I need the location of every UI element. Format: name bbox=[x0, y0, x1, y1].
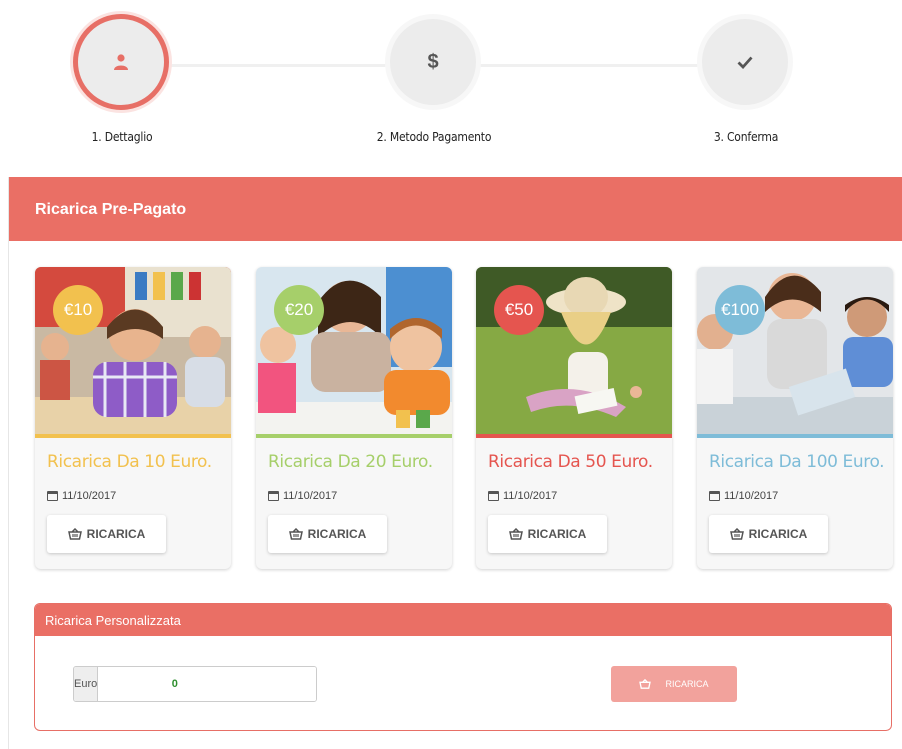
amount-input[interactable] bbox=[98, 667, 316, 701]
card-photo: €100 bbox=[697, 267, 893, 438]
custom-recharge-title: Ricarica Personalizzata bbox=[35, 604, 891, 636]
custom-recharge-button[interactable]: RICARICA bbox=[611, 666, 737, 702]
date-text: 11/10/2017 bbox=[503, 490, 558, 502]
date-text: 11/10/2017 bbox=[724, 490, 779, 502]
price-badge: €20 bbox=[274, 285, 324, 335]
price-badge: €50 bbox=[494, 285, 544, 335]
button-label: RICARICA bbox=[748, 527, 808, 541]
card-photo: €10 bbox=[35, 267, 231, 438]
card-date: 11/10/2017 bbox=[488, 490, 557, 502]
card-title: Ricarica Da 20 Euro. bbox=[268, 452, 433, 472]
recharge-card-10: €10 Ricarica Da 10 Euro. 11/10/2017 RICA… bbox=[35, 267, 231, 569]
card-date: 11/10/2017 bbox=[709, 490, 778, 502]
recharge-20-button[interactable]: RICARICA bbox=[268, 515, 387, 553]
recharge-10-button[interactable]: RICARICA bbox=[47, 515, 166, 553]
calendar-icon bbox=[709, 491, 720, 501]
basket-icon bbox=[639, 679, 652, 689]
button-label: RICARICA bbox=[665, 679, 709, 689]
dollar-icon: $ bbox=[427, 51, 439, 73]
recharge-card-100: €100 Ricarica Da 100 Euro. 11/10/2017 RI… bbox=[697, 267, 893, 569]
calendar-icon bbox=[268, 491, 279, 501]
currency-label: Euro bbox=[74, 667, 99, 701]
card-date: 11/10/2017 bbox=[47, 490, 116, 502]
card-date: 11/10/2017 bbox=[268, 490, 337, 502]
button-label: RICARICA bbox=[86, 527, 146, 541]
basket-icon bbox=[288, 528, 303, 540]
step-2-label: 2. Metodo Pagamento bbox=[376, 130, 492, 144]
step-3-label: 3. Conferma bbox=[713, 130, 779, 144]
basket-icon bbox=[508, 528, 523, 540]
recharge-50-button[interactable]: RICARICA bbox=[488, 515, 607, 553]
card-photo: €20 bbox=[256, 267, 452, 438]
price-badge: €10 bbox=[53, 285, 103, 335]
checkout-stepper: 1. Dettaglio $ 2. Metodo Pagamento 3. Co… bbox=[0, 0, 902, 170]
calendar-icon bbox=[488, 491, 499, 501]
section-title: Ricarica Pre-Pagato bbox=[9, 177, 902, 241]
card-title: Ricarica Da 10 Euro. bbox=[47, 452, 212, 472]
button-label: RICARICA bbox=[307, 527, 367, 541]
date-text: 11/10/2017 bbox=[283, 490, 338, 502]
card-photo: €50 bbox=[476, 267, 672, 438]
calendar-icon bbox=[47, 491, 58, 501]
step-2-payment-method[interactable]: $ bbox=[385, 14, 481, 110]
step-1-detail[interactable] bbox=[73, 14, 169, 110]
card-title: Ricarica Da 50 Euro. bbox=[488, 452, 653, 472]
recharge-card-50: €50 Ricarica Da 50 Euro. 11/10/2017 RICA… bbox=[476, 267, 672, 569]
stepper-connector bbox=[478, 64, 700, 67]
button-label: RICARICA bbox=[527, 527, 587, 541]
basket-icon bbox=[67, 528, 82, 540]
custom-recharge-panel: Ricarica Personalizzata Euro RICARICA bbox=[34, 603, 892, 731]
step-1-label: 1. Dettaglio bbox=[91, 130, 153, 144]
step-3-confirm[interactable] bbox=[697, 14, 793, 110]
recharge-card-20: €20 Ricarica Da 20 Euro. 11/10/2017 RICA… bbox=[256, 267, 452, 569]
amount-input-group: Euro bbox=[73, 666, 317, 702]
card-title: Ricarica Da 100 Euro. bbox=[709, 452, 885, 472]
date-text: 11/10/2017 bbox=[62, 490, 117, 502]
user-icon bbox=[114, 54, 128, 70]
price-badge: €100 bbox=[715, 285, 765, 335]
check-icon bbox=[737, 56, 753, 69]
recharge-100-button[interactable]: RICARICA bbox=[709, 515, 828, 553]
basket-icon bbox=[729, 528, 744, 540]
stepper-connector bbox=[170, 64, 390, 67]
